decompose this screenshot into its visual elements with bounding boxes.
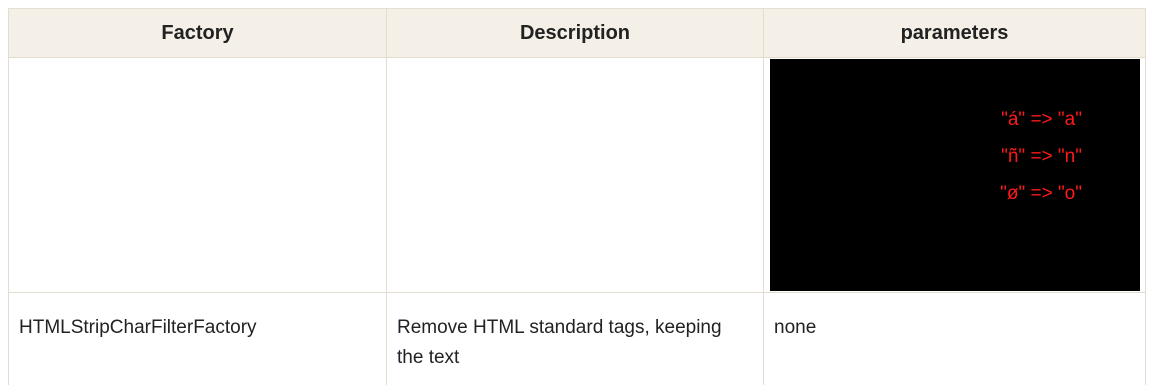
table-row: "á" => "a" "ñ" => "n" "ø" => "o" bbox=[8, 57, 1146, 293]
char-filter-table: Factory Description parameters "á" => "a… bbox=[8, 8, 1146, 385]
doc-table-container: Factory Description parameters "á" => "a… bbox=[8, 8, 1146, 385]
parameters-cell: "á" => "a" "ñ" => "n" "ø" => "o" bbox=[763, 57, 1146, 293]
parameters-cell: none bbox=[763, 292, 1146, 385]
page: { "table": { "headers": ["Factory", "Des… bbox=[0, 0, 1155, 385]
header-factory: Factory bbox=[8, 8, 387, 58]
table-header: Factory Description parameters bbox=[8, 8, 1146, 58]
factory-cell bbox=[8, 57, 387, 293]
mapping-item: "ø" => "o" bbox=[1000, 183, 1082, 204]
code-block: "á" => "a" "ñ" => "n" "ø" => "o" bbox=[770, 59, 1140, 291]
description-cell bbox=[386, 57, 764, 293]
description-text: Remove HTML standard tags, keeping the t… bbox=[397, 317, 722, 368]
header-row: Factory Description parameters bbox=[8, 8, 1146, 58]
description-cell: Remove HTML standard tags, keeping the t… bbox=[386, 292, 764, 385]
description-text bbox=[387, 58, 763, 78]
factory-cell: HTMLStripCharFilterFactory bbox=[8, 292, 387, 385]
parameters-text: none bbox=[774, 317, 817, 338]
mapping-item: "ñ" => "n" bbox=[1001, 146, 1082, 167]
header-parameters: parameters bbox=[763, 8, 1146, 58]
header-description: Description bbox=[386, 8, 764, 58]
factory-name: HTMLStripCharFilterFactory bbox=[19, 317, 257, 338]
mapping-list: "á" => "a" "ñ" => "n" "ø" => "o" bbox=[770, 101, 1140, 212]
mapping-item: "á" => "a" bbox=[1001, 109, 1082, 130]
factory-name bbox=[9, 58, 386, 78]
table-body: "á" => "a" "ñ" => "n" "ø" => "o" HTMLStr… bbox=[8, 57, 1146, 385]
table-row: HTMLStripCharFilterFactory Remove HTML s… bbox=[8, 292, 1146, 385]
